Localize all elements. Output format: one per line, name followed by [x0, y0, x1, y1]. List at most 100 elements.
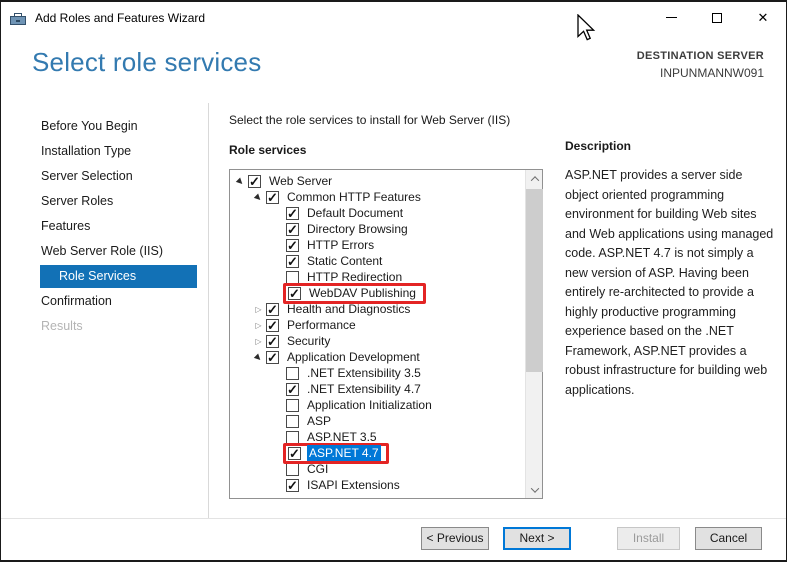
- minimize-icon: [666, 17, 677, 18]
- install-button: Install: [617, 527, 680, 550]
- instruction-text: Select the role services to install for …: [229, 113, 510, 127]
- checkbox-.net-extensibility-3.5[interactable]: [286, 367, 299, 380]
- tree-item-label[interactable]: Application Initialization: [305, 397, 434, 413]
- tree-item-label[interactable]: Web Server: [267, 173, 334, 189]
- checkbox-isapi-extensions[interactable]: ✓: [286, 479, 299, 492]
- checkbox-performance[interactable]: ✓: [266, 319, 279, 332]
- checkbox-default-document[interactable]: ✓: [286, 207, 299, 220]
- tree-item-label[interactable]: Security: [285, 333, 332, 349]
- tree-item-label[interactable]: Directory Browsing: [305, 221, 410, 237]
- tree-expanded-triangle-icon[interactable]: ▶: [250, 189, 267, 206]
- tree-row-security[interactable]: ▷✓ Security: [230, 333, 524, 349]
- wizard-header: Select role services DESTINATION SERVER …: [1, 33, 786, 103]
- tree-item-label[interactable]: HTTP Errors: [305, 237, 376, 253]
- window-title: Add Roles and Features Wizard: [35, 11, 205, 25]
- close-button[interactable]: ✕: [740, 2, 786, 33]
- destination-server-block: DESTINATION SERVER INPUNMANNW091: [637, 50, 764, 80]
- tree-expanded-triangle-icon[interactable]: ▶: [250, 349, 267, 366]
- tree-item-label[interactable]: ASP.NET 4.7: [307, 445, 381, 461]
- tree-row-webdav-publishing[interactable]: ✓ WebDAV Publishing: [230, 285, 524, 301]
- tree-item-label[interactable]: WebDAV Publishing: [307, 285, 418, 301]
- tree-item-label[interactable]: Static Content: [305, 253, 384, 269]
- checkbox-static-content[interactable]: ✓: [286, 255, 299, 268]
- maximize-button[interactable]: [694, 2, 740, 33]
- checkbox-cgi[interactable]: [286, 463, 299, 476]
- checkbox-web-server[interactable]: ✓: [248, 175, 261, 188]
- checkbox-webdav-publishing[interactable]: ✓: [288, 287, 301, 300]
- sidebar-nav: Before You BeginInstallation TypeServer …: [1, 103, 209, 518]
- tree-row-asp.net-4.7[interactable]: ✓ ASP.NET 4.7: [230, 445, 524, 461]
- tree-expanded-triangle-icon[interactable]: ▶: [232, 173, 249, 190]
- sidebar-item-installation-type[interactable]: Installation Type: [1, 139, 208, 164]
- tree-row-web-server[interactable]: ▶✓ Web Server: [230, 173, 524, 189]
- tree-row-common-http-features[interactable]: ▶✓ Common HTTP Features: [230, 189, 524, 205]
- row-content: ✓ Security: [266, 333, 332, 349]
- minimize-button[interactable]: [648, 2, 694, 33]
- tree-item-label[interactable]: Performance: [285, 317, 358, 333]
- sidebar-item-server-selection[interactable]: Server Selection: [1, 164, 208, 189]
- cancel-button[interactable]: Cancel: [695, 527, 762, 550]
- checkbox-http-errors[interactable]: ✓: [286, 239, 299, 252]
- tree-row-performance[interactable]: ▷✓ Performance: [230, 317, 524, 333]
- description-panel: Description ASP.NET provides a server si…: [565, 139, 777, 400]
- tree-collapsed-triangle-icon[interactable]: ▷: [251, 337, 266, 346]
- row-content: ✓ Application Development: [266, 349, 422, 365]
- sidebar-item-before-you-begin[interactable]: Before You Begin: [1, 114, 208, 139]
- sidebar-item-web-server-role-iis[interactable]: Web Server Role (IIS): [1, 239, 208, 264]
- tree-row-application-initialization[interactable]: Application Initialization: [230, 397, 524, 413]
- vertical-scrollbar[interactable]: [525, 170, 542, 498]
- checkbox-health-and-diagnostics[interactable]: ✓: [266, 303, 279, 316]
- tree-row-application-development[interactable]: ▶✓ Application Development: [230, 349, 524, 365]
- sidebar-item-results: Results: [1, 314, 208, 339]
- tree-item-label[interactable]: ASP: [305, 413, 333, 429]
- checkbox-directory-browsing[interactable]: ✓: [286, 223, 299, 236]
- tree-item-label[interactable]: .NET Extensibility 4.7: [305, 381, 423, 397]
- tree-item-label[interactable]: ISAPI Extensions: [305, 477, 402, 493]
- checkbox-.net-extensibility-4.7[interactable]: ✓: [286, 383, 299, 396]
- description-title: Description: [565, 139, 777, 153]
- row-content: ✓ .NET Extensibility 4.7: [286, 381, 423, 397]
- checkbox-application-development[interactable]: ✓: [266, 351, 279, 364]
- tree-item-label[interactable]: Application Development: [285, 349, 422, 365]
- row-content: ✓ Default Document: [286, 205, 405, 221]
- row-content: ✓ Performance: [266, 317, 358, 333]
- checkbox-asp.net-3.5[interactable]: [286, 431, 299, 444]
- checkbox-security[interactable]: ✓: [266, 335, 279, 348]
- tree-item-label[interactable]: .NET Extensibility 3.5: [305, 365, 423, 381]
- tree-row-isapi-extensions[interactable]: ✓ ISAPI Extensions: [230, 477, 524, 493]
- scrollbar-thumb[interactable]: [526, 189, 543, 372]
- previous-button[interactable]: < Previous: [421, 527, 489, 550]
- tree-row-.net-extensibility-4.7[interactable]: ✓ .NET Extensibility 4.7: [230, 381, 524, 397]
- tree-collapsed-triangle-icon[interactable]: ▷: [251, 321, 266, 330]
- checkbox-asp.net-4.7[interactable]: ✓: [288, 447, 301, 460]
- tree-row-default-document[interactable]: ✓ Default Document: [230, 205, 524, 221]
- scroll-up-button[interactable]: [526, 170, 543, 187]
- row-content: ✓ Common HTTP Features: [266, 189, 423, 205]
- sidebar-item-role-services[interactable]: Role Services: [40, 265, 197, 288]
- sidebar-item-server-roles[interactable]: Server Roles: [1, 189, 208, 214]
- chevron-down-icon: [530, 484, 538, 492]
- checkbox-asp[interactable]: [286, 415, 299, 428]
- sidebar-item-features[interactable]: Features: [1, 214, 208, 239]
- checkbox-common-http-features[interactable]: ✓: [266, 191, 279, 204]
- chevron-up-icon: [530, 176, 538, 184]
- tree-item-label[interactable]: Common HTTP Features: [285, 189, 423, 205]
- tree-row-http-errors[interactable]: ✓ HTTP Errors: [230, 237, 524, 253]
- wizard-window: Add Roles and Features Wizard ✕ Select r…: [0, 0, 787, 562]
- tree-row-directory-browsing[interactable]: ✓ Directory Browsing: [230, 221, 524, 237]
- tree-collapsed-triangle-icon[interactable]: ▷: [251, 305, 266, 314]
- checkbox-application-initialization[interactable]: [286, 399, 299, 412]
- role-services-tree: ▶✓Web Server▶✓Common HTTP Features✓Defau…: [230, 173, 524, 493]
- scroll-down-button[interactable]: [526, 481, 543, 498]
- tree-row-.net-extensibility-3.5[interactable]: .NET Extensibility 3.5: [230, 365, 524, 381]
- tree-item-label[interactable]: Default Document: [305, 205, 405, 221]
- row-content: ✓ Web Server: [248, 173, 334, 189]
- tree-row-asp[interactable]: ASP: [230, 413, 524, 429]
- row-content: ✓ Static Content: [286, 253, 384, 269]
- tree-row-static-content[interactable]: ✓ Static Content: [230, 253, 524, 269]
- next-button[interactable]: Next >: [503, 527, 571, 550]
- checkbox-http-redirection[interactable]: [286, 271, 299, 284]
- row-content: ✓ ISAPI Extensions: [286, 477, 402, 493]
- sidebar-item-confirmation[interactable]: Confirmation: [1, 289, 208, 314]
- close-icon: ✕: [758, 11, 769, 24]
